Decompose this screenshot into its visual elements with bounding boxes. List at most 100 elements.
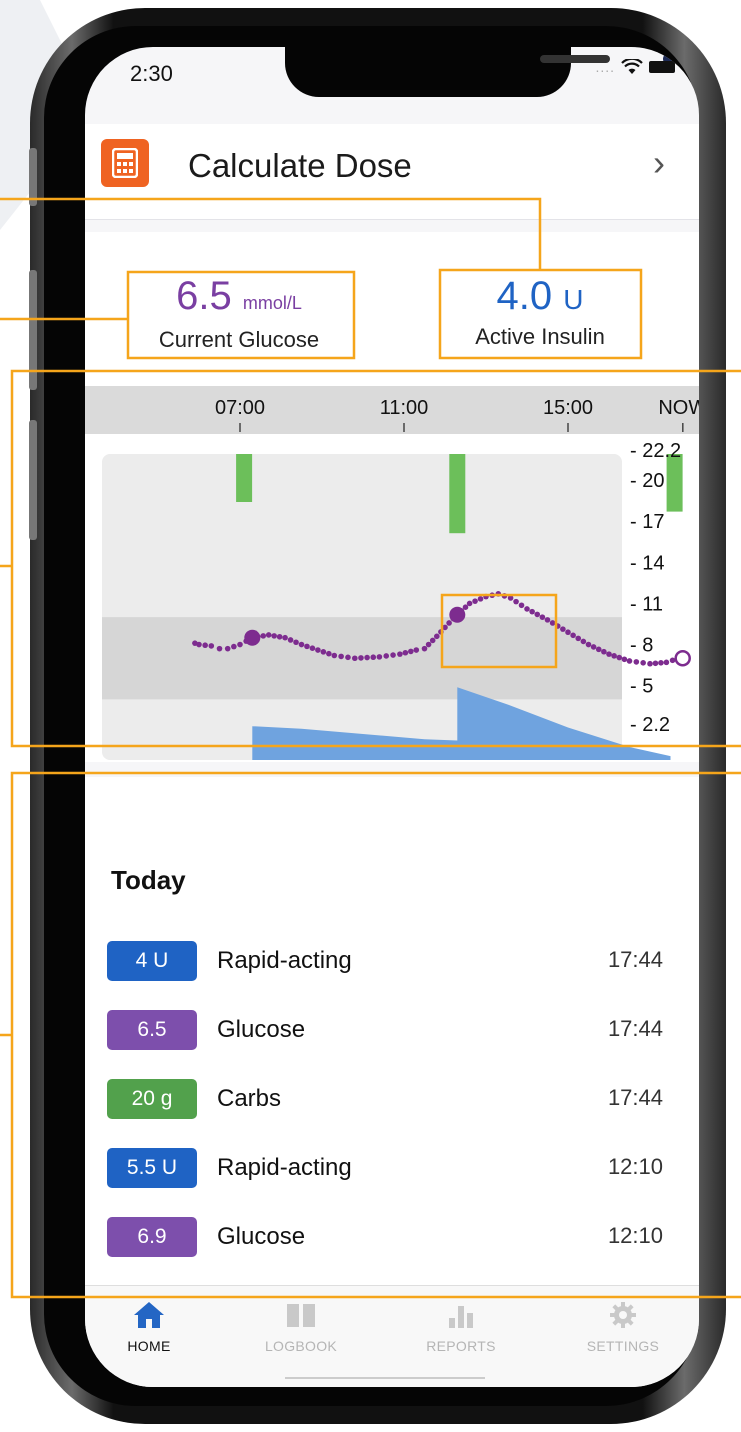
tab-logbook[interactable]: LOGBOOK (241, 1300, 361, 1354)
y-tick-label: - 22.2 (630, 440, 681, 462)
carb-bar (236, 454, 253, 502)
book-icon (287, 1304, 315, 1327)
tab-reports-label: REPORTS (426, 1338, 496, 1354)
glucose-reading-dot (565, 629, 571, 636)
glucose-reading-dot (446, 620, 452, 626)
glucose-reading-dot (501, 593, 508, 599)
log-entry-badge: 4 U (107, 941, 197, 981)
volume-up-button (29, 270, 37, 390)
glucose-reading-dot (352, 655, 358, 662)
log-entry-time: 12:10 (607, 1154, 663, 1179)
log-entry-row[interactable]: 20 g Carbs 17:44 (107, 1079, 677, 1121)
insulin-label: Active Insulin (475, 324, 605, 349)
signal-dots-icon: .... (595, 59, 615, 75)
glucose-reading-dot (224, 645, 231, 652)
glucose-reading-dot (518, 602, 525, 609)
log-entry-label: Glucose (217, 1016, 306, 1043)
carb-bar (449, 454, 466, 534)
today-log-card: Today 4 U Rapid-acting 17:44 6.5 Glucose 17:4… (85, 777, 699, 1297)
glucose-reading-dot (534, 611, 541, 618)
glucose-reading-dot (390, 652, 396, 658)
glucose-reading-dot (616, 654, 623, 661)
log-entry-row[interactable]: 6.5 Glucose 17:44 (107, 1010, 677, 1052)
glucose-reading-dot (580, 638, 587, 645)
glucose-reading-dot (331, 652, 338, 659)
glucose-reading-dot (575, 635, 582, 642)
current-glucose-stat: 6.5 mmol/L Current Glucose (129, 274, 349, 353)
glucose-reading-dot (408, 648, 414, 655)
glucose-reading-dot (595, 646, 602, 653)
log-entry-row[interactable]: 6.9 Glucose 12:10 (107, 1217, 677, 1259)
glucose-reading-dot (477, 596, 484, 602)
y-tick-label: - 8 (630, 635, 653, 657)
glucose-reading-dot (472, 598, 478, 604)
active-insulin-stat: 4.0 U Active Insulin (442, 274, 638, 350)
glucose-reading-dot (658, 660, 664, 666)
glucose-reading-dot (489, 592, 495, 599)
glucose-reading-dot (287, 637, 294, 643)
log-entry-label: Carbs (217, 1085, 282, 1112)
glucose-reading-dot (495, 591, 502, 597)
glucose-chart[interactable]: 07:00 11:00 15:00 NOW - 22.2 - 20 - 17 - 14 - 1… (85, 372, 699, 762)
glucose-reading-dot (601, 648, 607, 655)
glucose-reading-dot (507, 595, 514, 601)
log-entry-row[interactable]: 4 U Rapid-acting 17:44 (107, 941, 677, 983)
glucose-reading-dot (549, 620, 556, 626)
x-tick-label: 15:00 (543, 397, 593, 419)
insulin-value-line: 4.0 U (442, 274, 638, 322)
tab-reports[interactable]: REPORTS (401, 1300, 521, 1354)
glucose-value: 6.5 (176, 274, 232, 318)
glucose-reading-dot (196, 641, 202, 648)
insulin-value: 4.0 (496, 274, 553, 318)
glucose-reading-dot (434, 633, 440, 640)
tab-home-label: HOME (127, 1338, 171, 1354)
log-entry-badge: 6.9 (107, 1217, 197, 1257)
glucose-reading-dot (315, 647, 321, 653)
glucose-reading-dot (483, 593, 489, 600)
glucose-reading-dot (413, 647, 420, 653)
glucose-value-line: 6.5 mmol/L (129, 274, 349, 325)
calculate-dose-button[interactable]: Calculate Dose › (85, 124, 699, 220)
y-tick-label: - 5 (630, 676, 653, 698)
glucose-reading-dot (590, 644, 597, 650)
log-entry-label: Glucose (217, 1223, 306, 1250)
glucose-reading-dot (383, 653, 390, 659)
glucose-reading-dot (524, 606, 530, 612)
y-tick-label: - 20 (630, 470, 664, 492)
volume-down-button (29, 420, 37, 540)
glucose-reading-dot (397, 651, 403, 657)
calculate-dose-title: Calculate Dose (188, 147, 412, 184)
glucose-reading-dot (338, 653, 344, 660)
glucose-reading-dot (364, 654, 370, 661)
status-icons: .... (595, 59, 675, 75)
glucose-reading-dot (421, 645, 428, 652)
glucose-reading-dot (633, 659, 640, 665)
tab-settings[interactable]: SETTINGS (563, 1300, 683, 1354)
glucose-reading-dot (304, 643, 310, 650)
glucose-reading-dot (462, 604, 469, 611)
glucose-reading-dot (606, 651, 612, 657)
glucose-reading-dot (570, 632, 576, 639)
glucose-reading-dot (265, 632, 272, 638)
glucose-reading-dot (276, 633, 283, 640)
x-tick-label: NOW (658, 397, 699, 419)
log-entry-badge: 6.5 (107, 1010, 197, 1050)
glucose-label: Current Glucose (158, 327, 320, 352)
home-icon (134, 1302, 164, 1328)
glucose-reading-dot (320, 649, 327, 655)
y-tick-label: - 2.2 (630, 714, 670, 736)
glucose-reading-dot (554, 623, 561, 629)
log-entry-time: 17:44 (607, 947, 663, 972)
glucose-reading-dot (282, 634, 288, 641)
glucose-reading-dot (429, 637, 436, 644)
glucose-reading-dot (626, 658, 633, 664)
y-tick-label: - 14 (630, 552, 664, 574)
log-entry-row[interactable]: 5.5 U Rapid-acting 12:10 (107, 1148, 677, 1190)
tab-home[interactable]: HOME (89, 1300, 209, 1354)
glucose-reading-dot (529, 608, 535, 615)
log-entry-label: Rapid-acting (217, 1154, 352, 1181)
plot-area (102, 454, 622, 760)
log-entry-badge: 20 g (107, 1079, 197, 1119)
glucose-reading-dot (309, 645, 316, 651)
glucose-reading-dot (513, 598, 519, 605)
